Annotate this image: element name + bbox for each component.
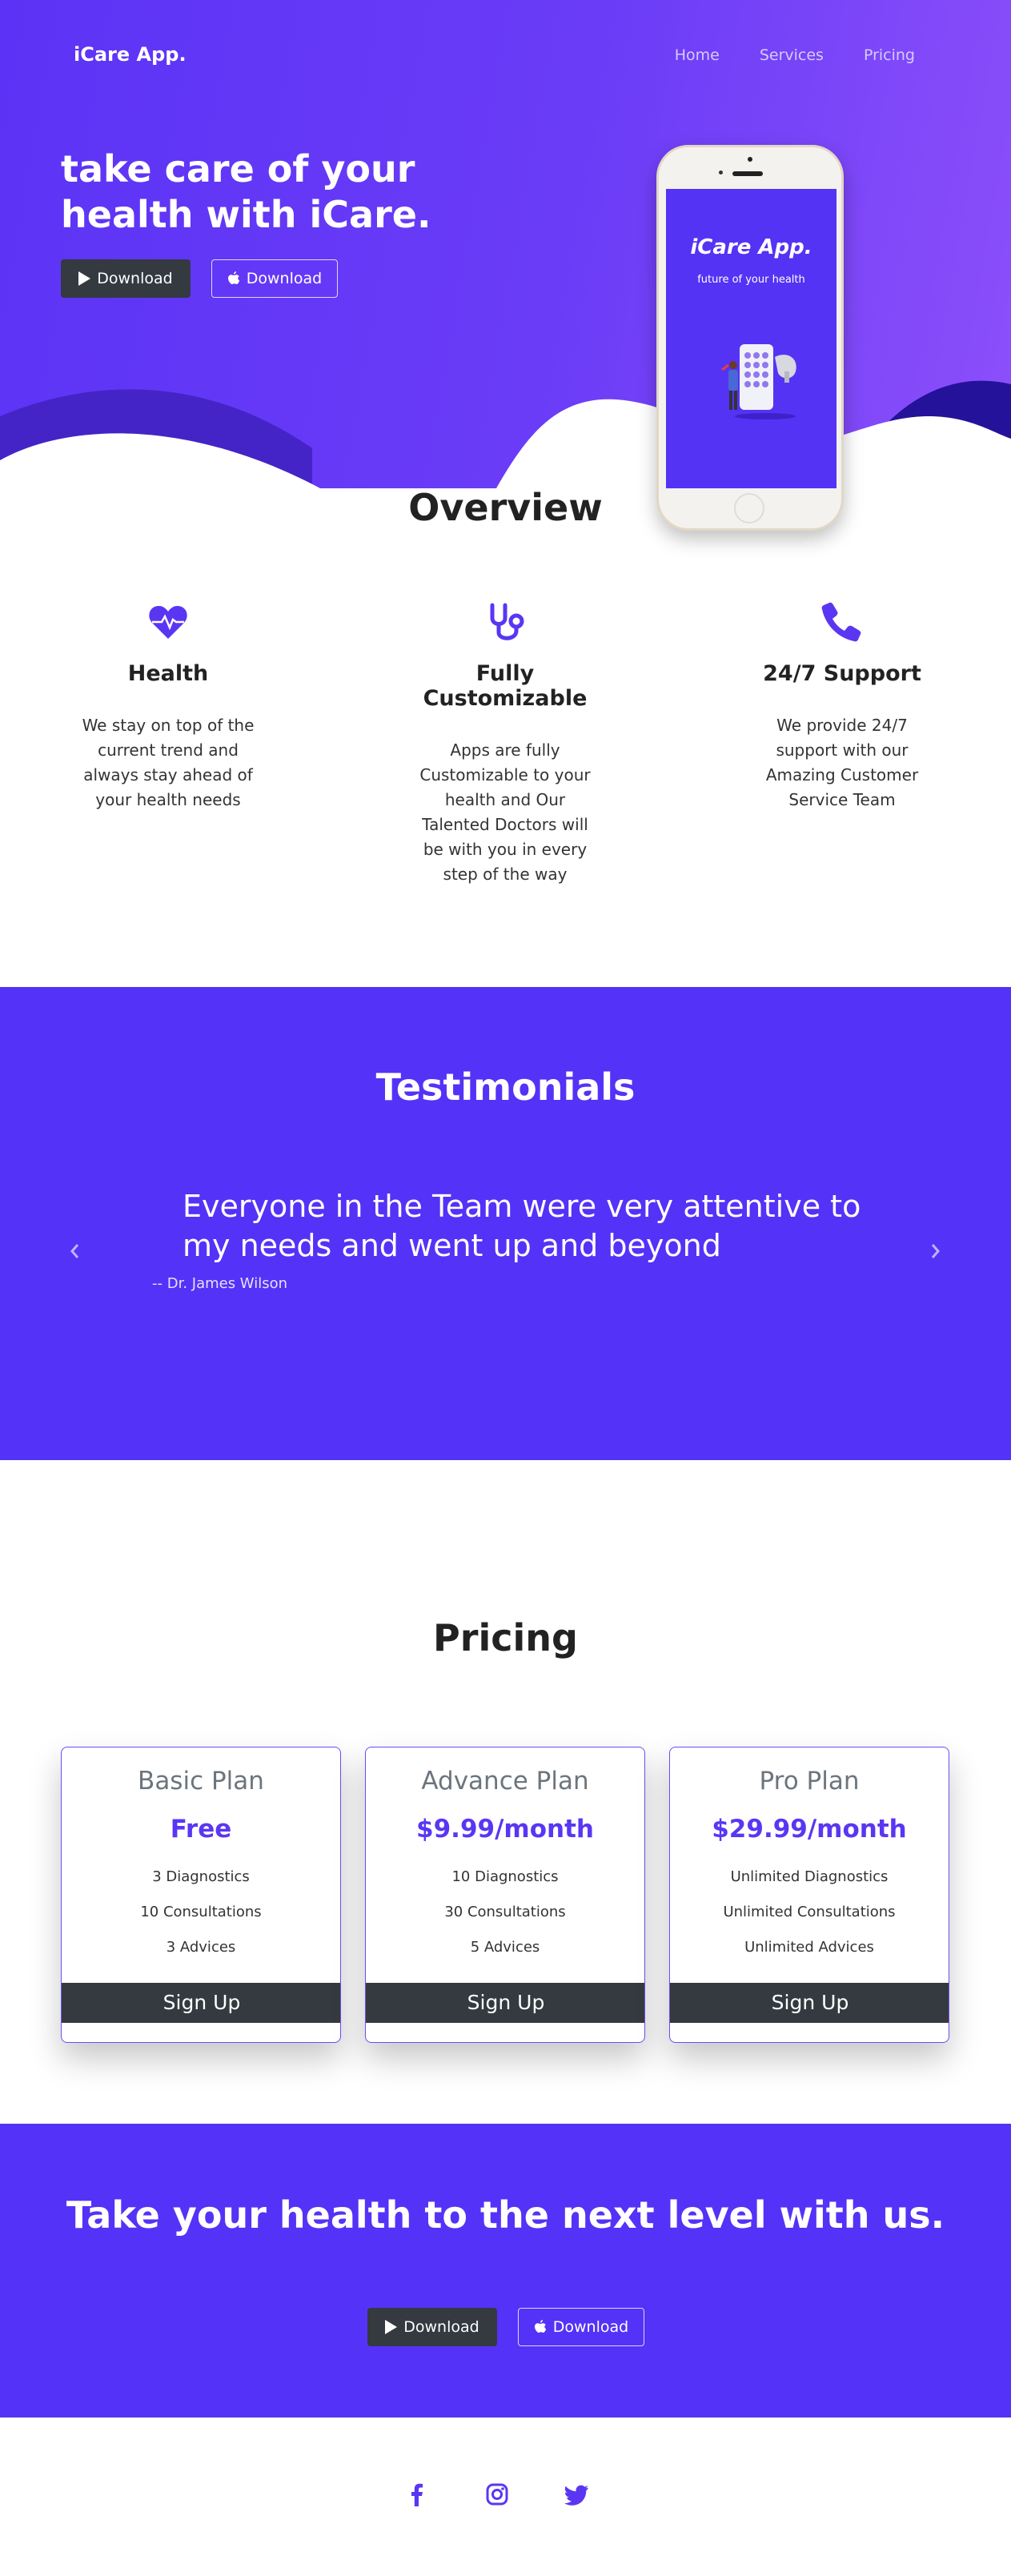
phone-screen-title: iCare App.	[690, 235, 812, 259]
plan-feature-item: Unlimited Consultations	[723, 1904, 896, 1920]
download-ios-button[interactable]: Download	[211, 259, 338, 298]
basic-signup-button[interactable]: Sign Up	[62, 1983, 340, 2023]
play-store-icon	[385, 2320, 398, 2334]
feature-support: 24/7 Support We provide 24/7 support wit…	[746, 602, 938, 813]
download-android-label: Download	[97, 270, 173, 287]
cta-title: Take your health to the next level with …	[66, 2193, 945, 2237]
nav-home-link[interactable]: Home	[675, 46, 720, 64]
carousel-next-chevron-icon[interactable]	[929, 1240, 943, 1262]
plan-feature-item: 3 Advices	[166, 1939, 236, 1956]
plan-feature-item: Unlimited Diagnostics	[730, 1868, 889, 1885]
overview-title: Overview	[408, 486, 603, 529]
pricing-title: Pricing	[433, 1616, 578, 1659]
cta-download-ios-button[interactable]: Download	[518, 2308, 644, 2346]
phone-screen-subtitle: future of your health	[697, 274, 805, 286]
doctor-phone-illustration	[721, 344, 796, 419]
cta-download-android-button[interactable]: Download	[367, 2308, 497, 2346]
phone-sensor	[719, 171, 723, 175]
phone-speaker	[732, 171, 763, 176]
facebook-icon[interactable]	[404, 2482, 430, 2507]
feature-support-text: We provide 24/7 support with our Amazing…	[765, 716, 919, 809]
instagram-icon[interactable]	[484, 2482, 510, 2507]
feature-health-text: We stay on top of the current trend and …	[82, 716, 255, 809]
cta-download-android-label: Download	[403, 2318, 479, 2336]
plan-feature-item: 10 Consultations	[140, 1904, 262, 1920]
pro-signup-button[interactable]: Sign Up	[670, 1983, 949, 2023]
plan-feature-item: 10 Diagnostics	[451, 1868, 559, 1885]
twitter-icon[interactable]	[564, 2482, 590, 2507]
phone-icon	[821, 602, 861, 642]
plan-card-advance: Advance Plan $9.99/month 10 Diagnostics …	[365, 1747, 645, 2043]
hero-download-buttons: Download Download	[61, 259, 338, 298]
plan-features: 3 Diagnostics 10 Consultations 3 Advices	[62, 1860, 340, 1965]
top-nav: Home Services Pricing	[675, 46, 915, 64]
play-store-icon	[78, 271, 91, 286]
testimonials-title: Testimonials	[375, 1065, 636, 1109]
advance-signup-button[interactable]: Sign Up	[366, 1983, 644, 2023]
feature-customizable-title: Fully Customizable	[423, 661, 588, 711]
pricing-plans: Basic Plan Free 3 Diagnostics 10 Consult…	[61, 1747, 951, 2044]
plan-name: Basic Plan	[138, 1767, 264, 1796]
heartbeat-icon	[149, 605, 187, 639]
nav-services-link[interactable]: Services	[760, 46, 824, 64]
plan-features: 10 Diagnostics 30 Consultations 5 Advice…	[366, 1860, 644, 1965]
plan-card-pro: Pro Plan $29.99/month Unlimited Diagnost…	[669, 1747, 949, 2043]
plan-feature-item: Unlimited Advices	[744, 1939, 874, 1956]
plan-feature-item: 30 Consultations	[444, 1904, 566, 1920]
phone-screen: iCare App. future of your health	[666, 189, 836, 488]
brand-logo[interactable]: iCare App.	[74, 43, 187, 66]
apple-icon	[534, 2320, 546, 2333]
plan-price: $29.99/month	[712, 1815, 907, 1844]
phone-mockup: iCare App. future of your health	[656, 145, 844, 531]
carousel-prev-chevron-icon[interactable]	[67, 1240, 82, 1262]
download-ios-label: Download	[246, 270, 323, 287]
plan-card-basic: Basic Plan Free 3 Diagnostics 10 Consult…	[61, 1747, 341, 2043]
overview-features: Health We stay on top of the current tre…	[0, 602, 1011, 986]
phone-camera	[748, 157, 752, 162]
plan-price: $9.99/month	[416, 1815, 594, 1844]
feature-health: Health We stay on top of the current tre…	[72, 602, 264, 813]
hero-section: iCare App. Home Services Pricing take ca…	[0, 0, 1011, 488]
hero-waves	[0, 380, 1011, 488]
testimonial-quote: Everyone in the Team were very attentive…	[183, 1189, 861, 1263]
testimonial-author: -- Dr. James Wilson	[152, 1275, 288, 1292]
plan-feature-item: 5 Advices	[470, 1939, 540, 1956]
cta-download-ios-label: Download	[552, 2318, 629, 2336]
plan-name: Advance Plan	[421, 1767, 589, 1796]
feature-health-title: Health	[127, 661, 209, 686]
feature-customizable: Fully Customizable Apps are fully Custom…	[409, 602, 601, 887]
footer	[0, 2418, 1011, 2576]
plan-feature-item: 3 Diagnostics	[152, 1868, 250, 1885]
hero-title: take care of your health with iCare.	[61, 147, 431, 236]
testimonials-section: Testimonials Everyone in the Team were v…	[0, 987, 1011, 1460]
social-links	[404, 2482, 590, 2507]
plan-features: Unlimited Diagnostics Unlimited Consulta…	[670, 1860, 949, 1965]
feature-support-title: 24/7 Support	[763, 661, 921, 686]
plan-price: Free	[170, 1815, 232, 1844]
nav-pricing-link[interactable]: Pricing	[864, 46, 915, 64]
download-android-button[interactable]: Download	[61, 259, 191, 298]
plan-name: Pro Plan	[759, 1767, 860, 1796]
apple-icon	[227, 271, 239, 284]
cta-section: Take your health to the next level with …	[0, 2124, 1011, 2418]
stethoscope-icon	[490, 603, 524, 640]
feature-customizable-text: Apps are fully Customizable to your heal…	[419, 740, 591, 884]
cta-download-buttons: Download Download	[367, 2308, 644, 2346]
